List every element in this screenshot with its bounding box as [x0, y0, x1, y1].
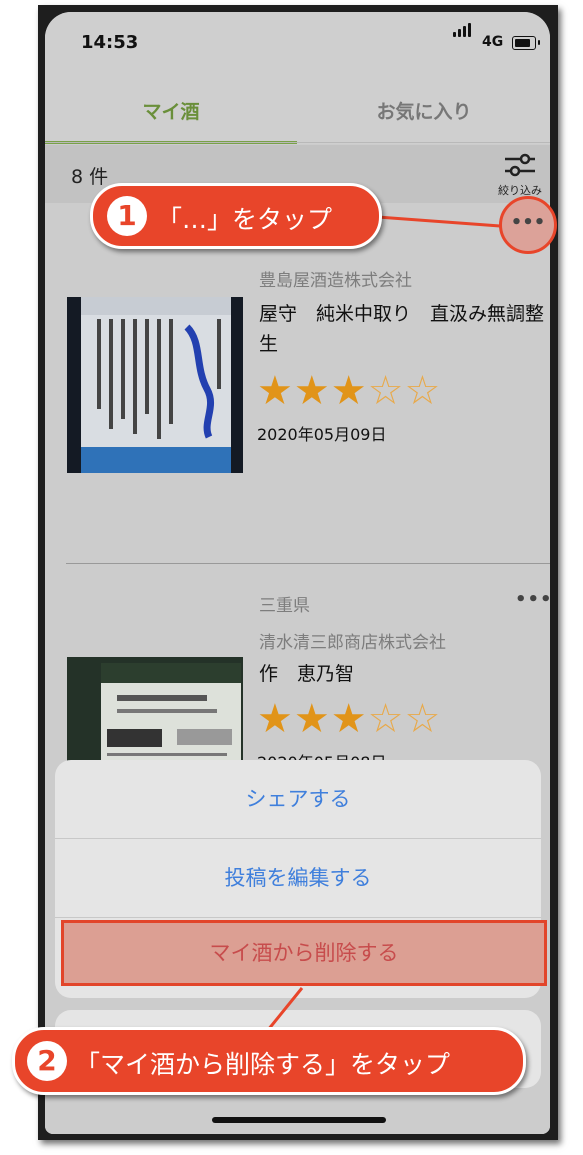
step-1-badge: 1: [107, 196, 147, 236]
step-1-callout: 1 「…」をタップ: [90, 183, 382, 249]
step-2-callout: 2 「マイ酒から削除する」をタップ: [12, 1027, 526, 1095]
step-2-text: 「マイ酒から削除する」をタップ: [75, 1050, 451, 1079]
step-2-badge: 2: [27, 1041, 67, 1081]
step-1-text: 「…」をタップ: [157, 205, 333, 234]
callout-connectors: [266, 215, 501, 1031]
